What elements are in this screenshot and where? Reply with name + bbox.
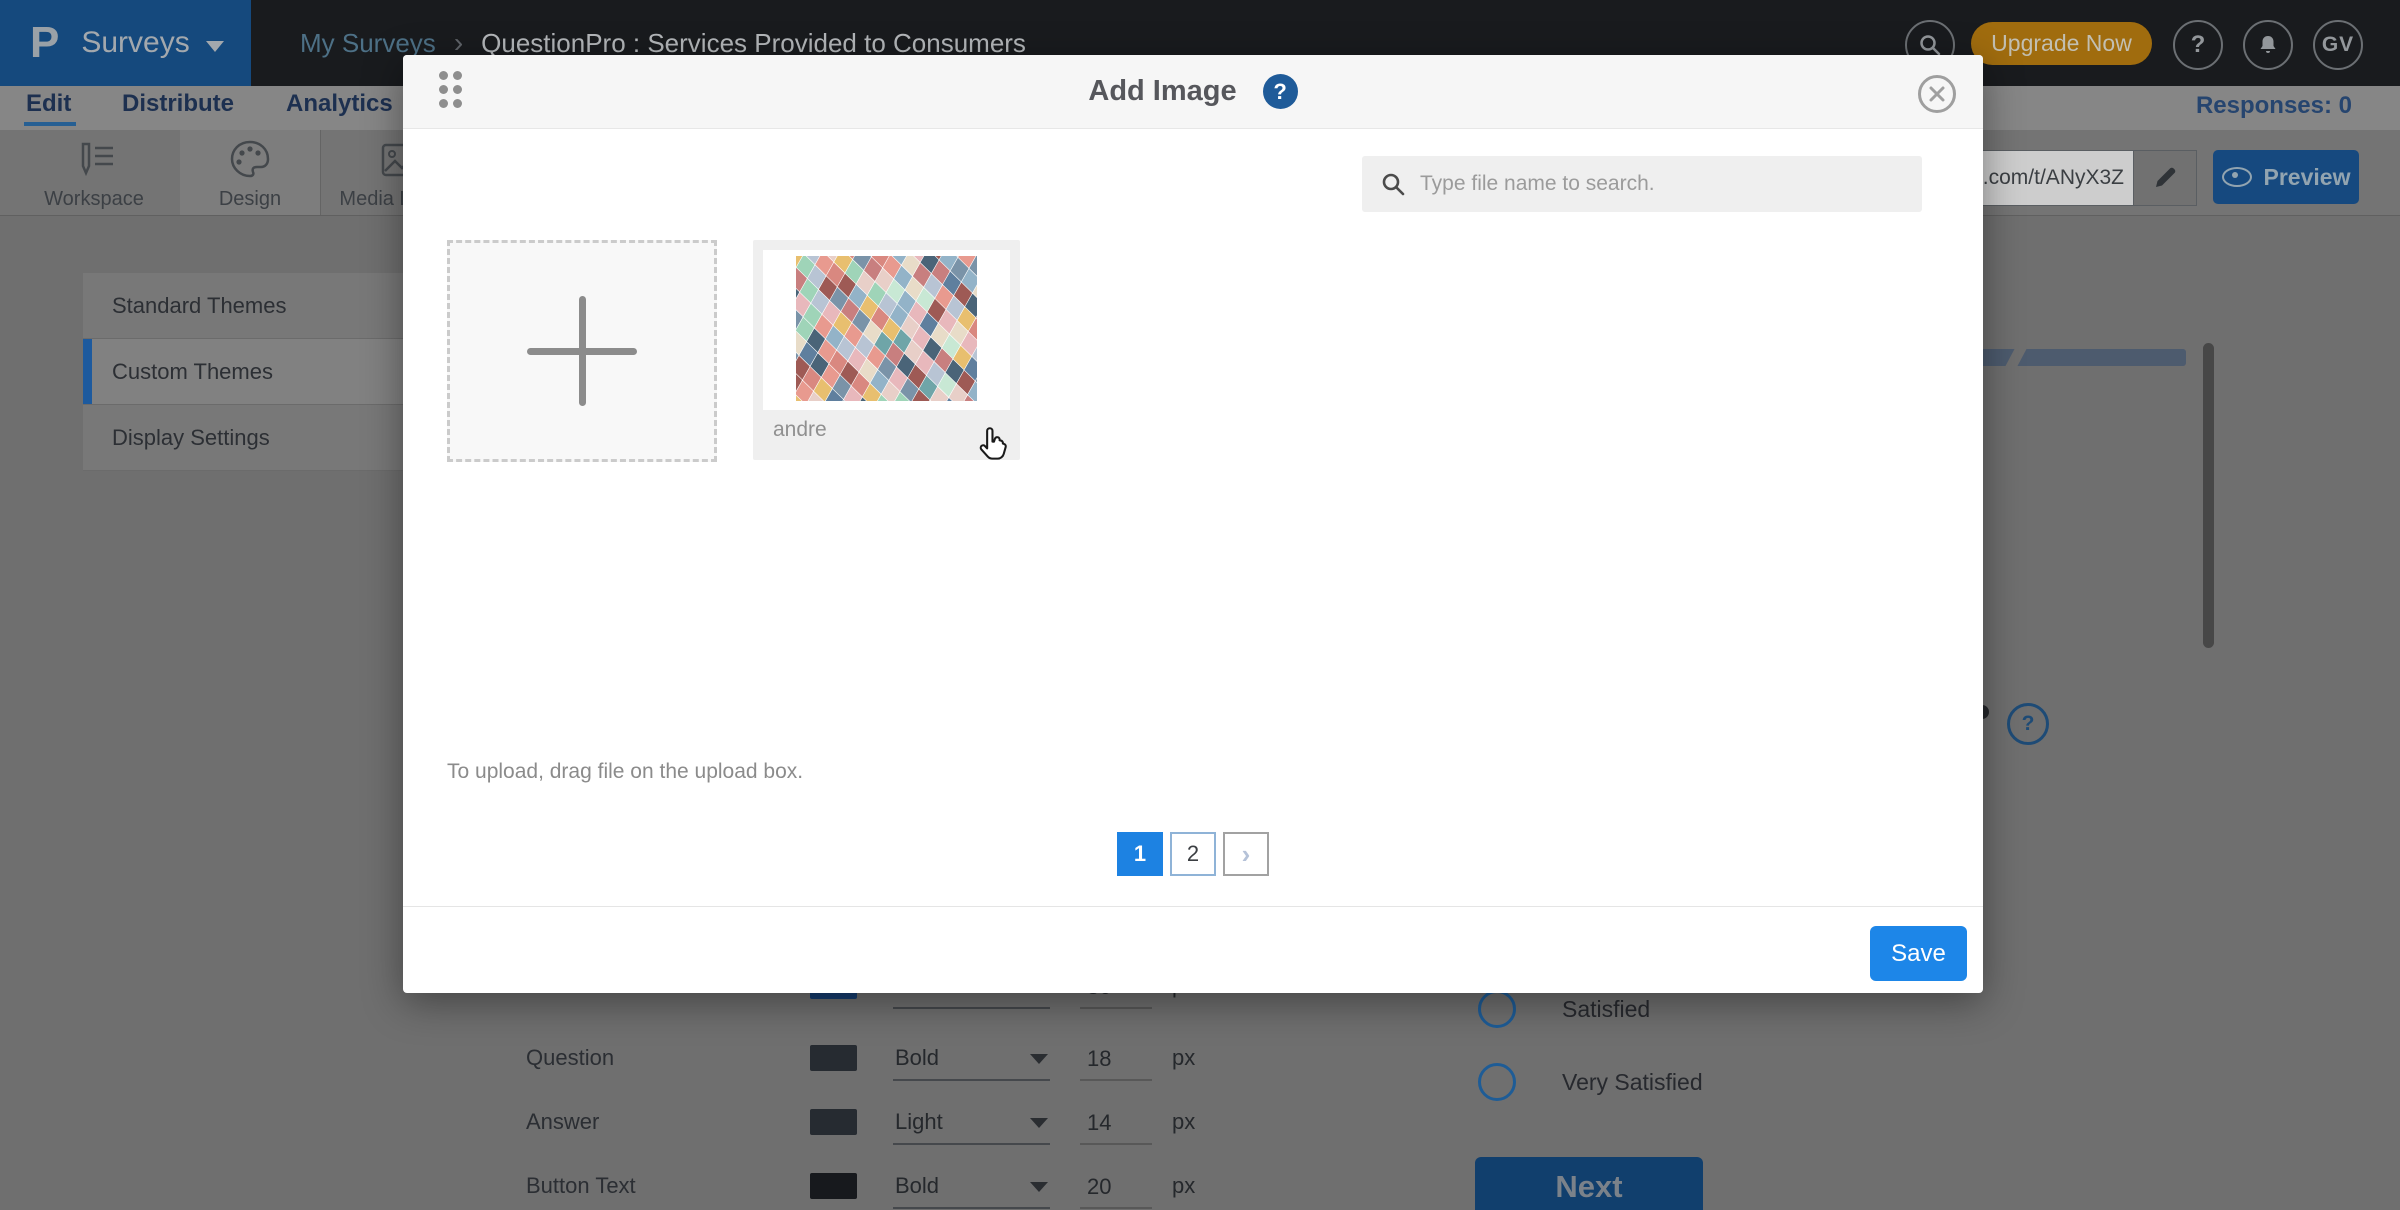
next-button[interactable]: Next [1475, 1157, 1703, 1210]
file-search-input[interactable] [1418, 171, 1902, 197]
close-icon[interactable] [1918, 75, 1956, 113]
hand-cursor-icon [977, 425, 1013, 470]
file-search-box[interactable] [1362, 156, 1922, 212]
dropdown-underline [893, 1007, 1050, 1009]
toolbar-label-design: Design [180, 188, 320, 211]
size-underline [1080, 1143, 1152, 1145]
tab-edit[interactable]: Edit [26, 90, 71, 118]
chevron-down-icon [206, 41, 224, 52]
chevron-down-icon [1030, 1182, 1048, 1192]
active-indicator [83, 339, 92, 404]
radio-icon[interactable] [1478, 1063, 1516, 1101]
tab-edit-underline [24, 122, 76, 126]
add-image-modal: Add Image ? andre To upload, drag file o… [403, 55, 1983, 992]
size-underline [1080, 1079, 1152, 1081]
font-weight-select[interactable]: Light [895, 1109, 943, 1135]
pen-list-icon [8, 138, 180, 182]
font-size-input[interactable]: 14 [1087, 1110, 1111, 1136]
sidebar-item-custom-themes[interactable]: Custom Themes [83, 339, 403, 405]
upgrade-now-button[interactable]: Upgrade Now [1971, 22, 2152, 65]
toolbar-item-workspace[interactable]: Workspace [8, 130, 181, 215]
dropdown-underline [893, 1143, 1050, 1145]
font-size-input[interactable]: 20 [1087, 1174, 1111, 1200]
font-row-label: Answer [526, 1109, 599, 1135]
dropdown-underline [893, 1207, 1050, 1209]
themes-sidebar: Standard Themes Custom Themes Display Se… [83, 273, 403, 470]
palette-icon [180, 138, 320, 182]
font-size-input[interactable]: 18 [1087, 1046, 1111, 1072]
pencil-icon [2152, 165, 2178, 191]
unit-label: px [1172, 1109, 1195, 1135]
modal-footer: Save [403, 906, 1983, 993]
answer-option-satisfied[interactable]: Satisfied [1478, 990, 1650, 1028]
plus-icon [579, 296, 586, 406]
dropdown-underline [893, 1079, 1050, 1081]
breadcrumb-my-surveys[interactable]: My Surveys [300, 28, 436, 59]
question-help-icon[interactable]: ? [2007, 703, 2049, 745]
color-swatch[interactable] [810, 1045, 857, 1071]
pagination: 1 2 › [1117, 832, 1269, 876]
font-row-label: Question [526, 1045, 614, 1071]
preview-scrollbar[interactable] [2203, 343, 2214, 648]
unit-label: px [1172, 1045, 1195, 1071]
tab-distribute[interactable]: Distribute [122, 90, 234, 118]
save-button[interactable]: Save [1870, 926, 1967, 981]
product-switcher[interactable]: Surveys [81, 26, 189, 60]
image-name: andre [773, 418, 827, 442]
next-page-button[interactable]: › [1223, 832, 1269, 876]
toolbar-item-design[interactable]: Design [180, 130, 321, 215]
upload-dropzone[interactable] [447, 240, 717, 462]
page-1-button[interactable]: 1 [1117, 832, 1163, 876]
help-icon[interactable]: ? [2173, 20, 2223, 70]
mosaic-thumbnail [796, 256, 977, 401]
modal-help-icon[interactable]: ? [1263, 74, 1298, 109]
modal-header: Add Image ? [403, 55, 1983, 129]
search-icon [1380, 171, 1406, 197]
modal-title-row: Add Image ? [403, 55, 1983, 128]
questionpro-logo-icon: P [30, 21, 59, 65]
preview-button[interactable]: Preview [2213, 150, 2359, 204]
chevron-down-icon [1030, 1118, 1048, 1128]
sidebar-label: Custom Themes [112, 359, 273, 385]
screen: P Surveys My Surveys › QuestionPro : Ser… [0, 0, 2400, 1210]
image-frame [763, 250, 1010, 410]
logo-section[interactable]: P Surveys [0, 0, 251, 86]
eye-icon [2222, 167, 2252, 187]
font-weight-select[interactable]: Bold [895, 1173, 939, 1199]
color-swatch[interactable] [810, 1109, 857, 1135]
upload-hint-text: To upload, drag file on the upload box. [447, 760, 803, 784]
notifications-bell-icon[interactable] [2243, 20, 2293, 70]
next-label: Next [1555, 1169, 1622, 1205]
font-row-label: Button Text [526, 1173, 636, 1199]
toolbar-label-workspace: Workspace [8, 188, 180, 211]
answer-option-very-satisfied[interactable]: Very Satisfied [1478, 1063, 1703, 1101]
sidebar-label: Display Settings [112, 425, 270, 451]
modal-title: Add Image [1088, 75, 1236, 108]
preview-label: Preview [2264, 164, 2351, 191]
radio-label: Satisfied [1562, 996, 1650, 1023]
radio-label: Very Satisfied [1562, 1069, 1703, 1096]
size-underline [1080, 1207, 1152, 1209]
radio-icon[interactable] [1478, 990, 1516, 1028]
edit-url-button[interactable] [2133, 150, 2197, 206]
sidebar-item-display-settings[interactable]: Display Settings [83, 405, 403, 471]
color-swatch[interactable] [810, 1173, 857, 1199]
tab-analytics[interactable]: Analytics [286, 90, 393, 118]
survey-title: QuestionPro : Services Provided to Consu… [481, 28, 1026, 59]
chevron-down-icon [1030, 1054, 1048, 1064]
size-underline [1080, 1007, 1152, 1009]
sidebar-label: Standard Themes [112, 293, 286, 319]
avatar[interactable]: GV [2313, 20, 2363, 70]
sidebar-item-standard-themes[interactable]: Standard Themes [83, 273, 403, 339]
unit-label: px [1172, 1173, 1195, 1199]
font-weight-select[interactable]: Bold [895, 1045, 939, 1071]
page-2-button[interactable]: 2 [1170, 832, 1216, 876]
responses-count: Responses: 0 [2196, 92, 2352, 120]
survey-url-text: .com/t/ANyX3Z [1983, 166, 2124, 190]
